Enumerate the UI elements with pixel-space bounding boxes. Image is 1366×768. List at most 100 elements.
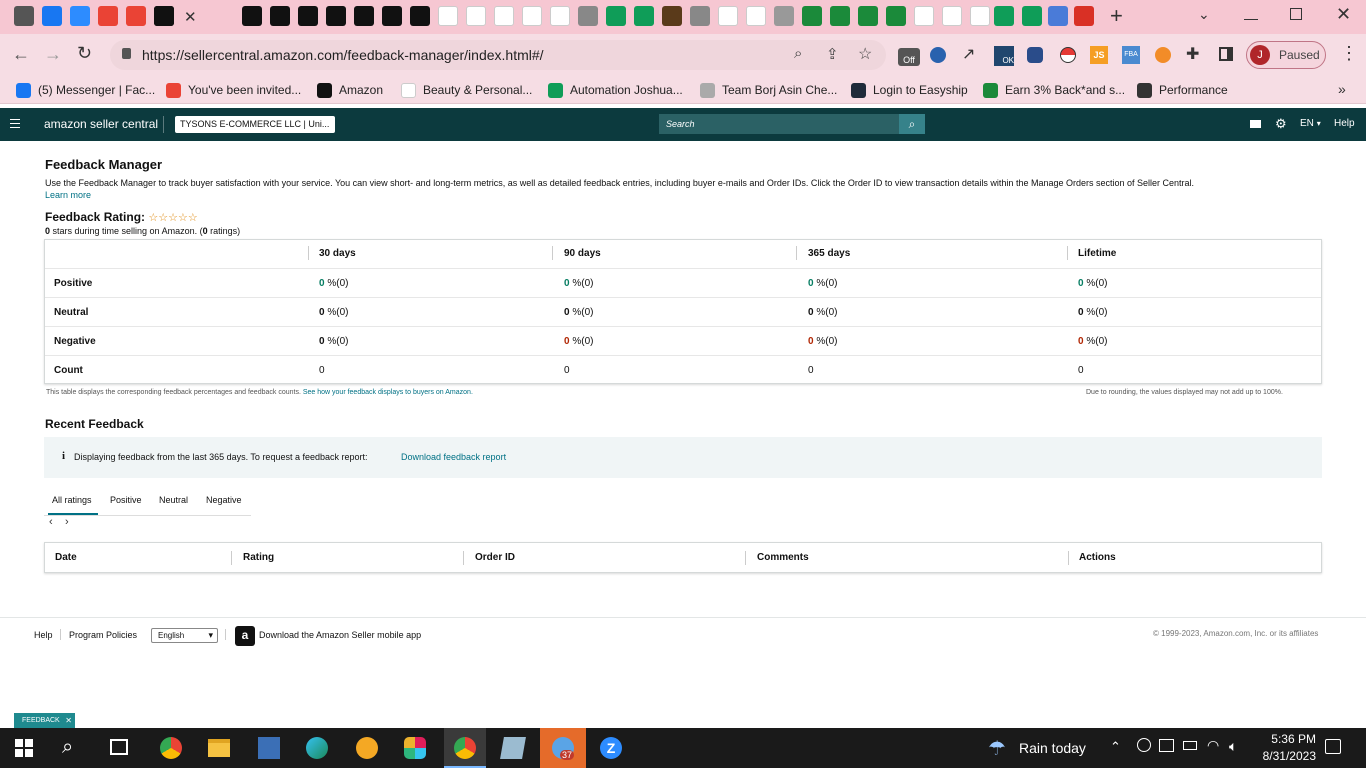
weather-umbrella-icon[interactable]: ☂ [988, 736, 1006, 761]
chrome-profile-active-icon[interactable] [444, 728, 486, 768]
battery-icon[interactable] [1183, 741, 1197, 750]
learn-more-link[interactable]: Learn more [45, 190, 91, 200]
vpn-shield-icon[interactable] [356, 737, 378, 759]
tray-camera-icon[interactable] [1159, 739, 1174, 752]
tab-all-ratings[interactable]: All ratings [52, 495, 92, 505]
tray-help-icon[interactable] [1137, 738, 1151, 752]
start-windows-icon[interactable] [15, 739, 33, 757]
search-icon[interactable]: ⌕ [62, 736, 73, 759]
bookmark-item[interactable]: You've been invited... [166, 82, 301, 98]
vine-icon[interactable] [886, 6, 906, 26]
weather-text[interactable]: Rain today [1019, 740, 1086, 756]
tab-neutral[interactable]: Neutral [159, 495, 188, 505]
pen-icon[interactable] [1048, 6, 1068, 26]
messaging-app-icon[interactable]: 37 [540, 728, 586, 768]
mobile-app-link[interactable]: Download the Amazon Seller mobile app [259, 630, 421, 640]
column-rating[interactable]: Rating [243, 552, 274, 563]
extensions-puzzle-icon[interactable]: ✚ [1186, 44, 1199, 64]
google-icon[interactable] [746, 6, 766, 26]
next-page-icon[interactable]: › [65, 516, 69, 528]
google-icon[interactable] [718, 6, 738, 26]
amazon-icon[interactable] [270, 6, 290, 26]
mail-icon[interactable] [1250, 120, 1261, 128]
prev-page-icon[interactable]: ‹ [49, 516, 53, 528]
address-bar[interactable]: https://sellercentral.amazon.com/feedbac… [110, 40, 886, 70]
sheets-icon[interactable] [994, 6, 1014, 26]
notepad-icon[interactable] [500, 737, 526, 759]
file-explorer-icon[interactable] [208, 739, 230, 757]
edge-icon[interactable] [306, 737, 328, 759]
amazon-smile-icon[interactable] [970, 6, 990, 26]
bookmark-item[interactable]: Performance [1137, 82, 1228, 98]
profile-button[interactable]: J Paused [1246, 41, 1326, 69]
restore-button[interactable] [1290, 8, 1302, 20]
volume-icon[interactable]: 🔈︎ [1229, 738, 1237, 755]
zoom-icon[interactable] [70, 6, 90, 26]
column-actions[interactable]: Actions [1079, 552, 1116, 563]
extension-fba-icon[interactable]: FBA [1122, 46, 1140, 64]
bookmarks-overflow-icon[interactable]: » [1338, 81, 1346, 97]
extension-fox-icon[interactable] [1155, 47, 1171, 63]
bookmark-star-icon[interactable]: ☆ [858, 44, 872, 64]
slack-icon[interactable] [404, 737, 426, 759]
bookmark-item[interactable]: Team Borj Asin Che... [700, 82, 837, 98]
extension-off-icon[interactable]: Off [898, 48, 920, 66]
bookmark-item[interactable]: Earn 3% Back*and s... [983, 82, 1125, 98]
notifications-icon[interactable] [1325, 739, 1341, 754]
language-selector[interactable]: EN ▾ [1300, 118, 1321, 129]
vine-icon[interactable] [802, 6, 822, 26]
bookmark-item[interactable]: (5) Messenger | Fac... [16, 82, 155, 98]
extension-blue-icon[interactable] [930, 47, 946, 63]
buyer-display-link[interactable]: See how your feedback displays to buyers… [303, 389, 473, 396]
seller-central-logo[interactable]: amazon seller central [44, 117, 158, 131]
globe-icon[interactable] [690, 6, 710, 26]
chrome-icon[interactable] [14, 6, 34, 26]
program-policies-link[interactable]: Program Policies [69, 630, 137, 640]
extension-ok-icon[interactable]: OK [994, 46, 1014, 66]
tray-chevron-icon[interactable]: ⌃ [1110, 739, 1121, 755]
sheets-icon[interactable] [634, 6, 654, 26]
url-text[interactable]: https://sellercentral.amazon.com/feedbac… [142, 47, 544, 63]
amazon-icon[interactable] [154, 6, 174, 26]
amazon-smile-icon[interactable] [550, 6, 570, 26]
new-tab-button[interactable]: + [1110, 3, 1123, 29]
tab-search-icon[interactable]: ⌄ [1198, 6, 1210, 23]
forward-icon[interactable]: → [44, 44, 62, 65]
amazon-icon[interactable] [354, 6, 374, 26]
footer-language-select[interactable]: English ▾ [151, 628, 218, 643]
amazon-app-icon[interactable]: a [235, 626, 255, 646]
amazon-icon[interactable] [326, 6, 346, 26]
extension-pokeball-icon[interactable] [1060, 47, 1076, 63]
search-button[interactable]: ⌕ [899, 114, 925, 134]
gmail-icon[interactable] [98, 6, 118, 26]
tab-negative[interactable]: Negative [206, 495, 242, 505]
sheets-icon[interactable] [1022, 6, 1042, 26]
zoom-icon[interactable]: ⌕ [794, 45, 802, 62]
column-order-id[interactable]: Order ID [475, 552, 515, 563]
wifi-icon[interactable]: ◠ [1207, 737, 1219, 754]
hamburger-menu-icon[interactable] [10, 119, 20, 128]
vine-icon[interactable] [858, 6, 878, 26]
help-link[interactable]: Help [1334, 118, 1355, 129]
minimize-button[interactable] [1244, 6, 1258, 20]
footer-help-link[interactable]: Help [34, 630, 53, 640]
settings-gear-icon[interactable]: ⚙ [1275, 116, 1287, 132]
back-icon[interactable]: ← [12, 44, 30, 65]
feedback-floating-tab[interactable]: FEEDBACK ✕ [14, 713, 75, 728]
close-window-button[interactable]: ✕ [1336, 4, 1351, 25]
active-tab-close-icon[interactable]: ✕ [184, 8, 197, 26]
bookmark-item[interactable]: Beauty & Personal... [401, 82, 532, 98]
bookmark-item[interactable]: Amazon [317, 82, 383, 98]
extension-js-icon[interactable]: JS [1090, 46, 1108, 64]
bookmark-item[interactable]: Automation Joshua... [548, 82, 683, 98]
amazon-smile-icon[interactable] [466, 6, 486, 26]
reload-icon[interactable]: ↻ [77, 43, 92, 64]
vine-icon[interactable] [830, 6, 850, 26]
download-report-link[interactable]: Download feedback report [401, 452, 506, 462]
column-comments[interactable]: Comments [757, 552, 809, 563]
search-input[interactable]: Search [659, 114, 899, 134]
zoom-app-icon[interactable]: Z [600, 737, 622, 759]
amazon-smile-icon[interactable] [522, 6, 542, 26]
account-switcher[interactable]: TYSONS E-COMMERCE LLC | Uni... [175, 116, 335, 133]
close-icon[interactable]: ✕ [65, 713, 72, 728]
